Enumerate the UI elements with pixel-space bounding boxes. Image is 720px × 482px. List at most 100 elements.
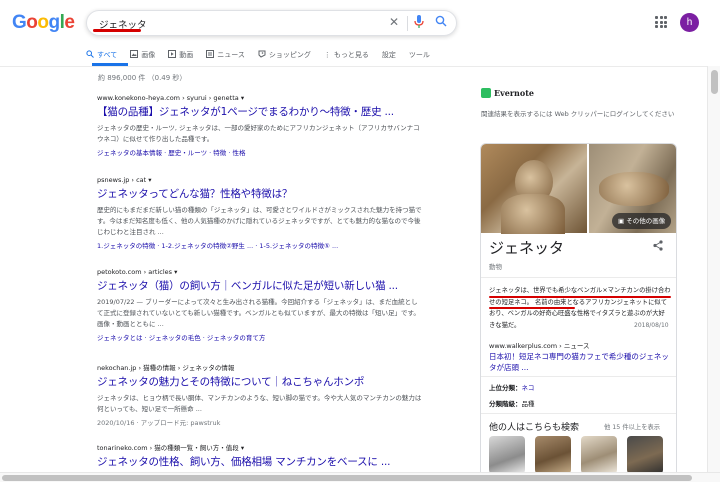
kp-fact-label: 上位分類： <box>489 384 522 392</box>
related-thumbnail[interactable] <box>489 436 525 474</box>
kp-fact-row: 上位分類：ネコ <box>489 382 534 392</box>
search-result: tonarineko.com › 猫の種類一覧・飼い方・值段 ▾ ジェネッタの性… <box>97 442 422 469</box>
result-sitelinks[interactable]: ジェネッタとは · ジェネッタの毛色 · ジェネッタの育て方 <box>97 332 422 342</box>
evernote-title: Evernote <box>481 88 716 98</box>
result-title-link[interactable]: ジェネッタってどんな猫？性格や特徴は？ <box>97 186 422 201</box>
more-vert-icon: ⋮ <box>323 50 331 59</box>
microphone-icon[interactable] <box>414 15 424 32</box>
image-icon <box>130 49 139 60</box>
news-icon <box>206 49 215 60</box>
tab-settings[interactable]: 設定 <box>382 47 396 62</box>
more-images-label: その他の画像 <box>626 217 666 225</box>
search-icon <box>86 49 94 60</box>
search-result: nekochan.jp › 猫種の情報 › ジェネッタの情報 ジェネッタの魅力と… <box>97 362 422 427</box>
shopping-icon <box>258 50 266 60</box>
kp-description-date: 2018/08/10 <box>634 322 669 329</box>
tab-label: 動画 <box>179 50 194 59</box>
vertical-scrollbar[interactable] <box>707 66 720 472</box>
search-tabs: すべて 画像 動画 ニュース ショッピング ⋮ もっと見る 設定 ツール <box>86 47 443 65</box>
image-icon: ▣ <box>618 217 625 225</box>
kp-fact-row: 分類階級：品種 <box>489 398 535 408</box>
tab-label: 画像 <box>141 50 156 59</box>
scrollbar-thumb[interactable] <box>2 475 692 481</box>
result-title-link[interactable]: ジェネッタ（猫）の飼い方｜ベンガルに似た足が短い新しい猫 ... <box>97 278 422 293</box>
evernote-panel: Evernote 関連結果を表示するには Web クリッパーにログインしてくださ… <box>481 88 716 133</box>
knowledge-panel: ▣ その他の画像 ジェネッタ 動物 ジェネッタは、世界でも希少なベンガル×マンチ… <box>480 143 677 482</box>
logo-letter: G <box>12 12 27 33</box>
clear-icon[interactable]: ✕ <box>389 15 399 29</box>
result-stats: 約 896,000 件 （0.49 秒） <box>98 74 187 82</box>
share-icon[interactable] <box>653 240 663 254</box>
result-sitelinks[interactable]: 1.ジェネッタの特徴 · 1-2.ジェネッタの特徴②野生 ... · 1-5.ジ… <box>97 240 422 250</box>
evernote-title-text: Evernote <box>494 88 534 98</box>
kp-title: ジェネッタ <box>489 239 565 257</box>
result-snippet: ジェネッタは、ヒョウ柄で長い胴体、マンチカンのような、短い脚の猫です。今や大人気… <box>97 394 422 413</box>
result-title-link[interactable]: 【猫の品種】ジェネッタが1ページでまるわかり〜特徴・歴史 ... <box>97 104 422 119</box>
kp-source-url[interactable]: www.walkerplus.com › ニュース <box>489 340 590 350</box>
result-title-link[interactable]: ジェネッタの魅力とその特徴について｜ねこちゃんホンポ <box>97 374 422 389</box>
google-logo[interactable]: Google <box>12 12 75 34</box>
evernote-logo-icon <box>481 88 491 98</box>
people-also-search-heading: 他の人はこちらも検索 <box>489 423 580 433</box>
related-thumbnail[interactable] <box>581 436 617 474</box>
result-url[interactable]: psnews.jp › cat ▾ <box>97 176 422 184</box>
tab-shopping[interactable]: ショッピング <box>258 47 311 62</box>
apps-grid-icon[interactable] <box>655 16 667 28</box>
result-date: 2020/10/16 · アップロード元: pawstruk <box>97 419 221 427</box>
tab-tools[interactable]: ツール <box>409 47 430 62</box>
logo-letter: e <box>64 12 75 33</box>
horizontal-scrollbar[interactable] <box>0 472 720 482</box>
avatar[interactable]: h <box>680 13 699 32</box>
search-box[interactable]: ジェネッタ ✕ <box>86 10 457 36</box>
kp-fact-value: 品種 <box>521 400 535 408</box>
result-url[interactable]: tonarineko.com › 猫の種類一覧・飼い方・值段 ▾ <box>97 442 422 452</box>
tab-label: 設定 <box>381 50 396 59</box>
result-url[interactable]: petokoto.com › articles ▾ <box>97 268 422 276</box>
tab-videos[interactable]: 動画 <box>168 47 193 62</box>
kp-divider <box>481 413 676 414</box>
kp-divider <box>481 376 676 377</box>
search-divider <box>407 16 408 31</box>
cat-image-1[interactable] <box>481 144 587 234</box>
more-images-button[interactable]: ▣ その他の画像 <box>612 213 672 229</box>
kp-fact-label: 分類階級： <box>489 400 522 408</box>
tab-label: ショッピング <box>268 50 311 59</box>
tab-label: ニュース <box>217 50 245 59</box>
kp-subtitle: 動物 <box>489 263 502 271</box>
search-result: www.konekono-heya.com › syurui › genetta… <box>97 94 422 157</box>
related-thumbnail[interactable] <box>627 436 663 474</box>
kp-fact-value[interactable]: ネコ <box>522 384 535 392</box>
result-title-link[interactable]: ジェネッタの性格、飼い方、価格相場 マンチカンをベースに ... <box>97 454 422 469</box>
kp-divider <box>481 277 676 278</box>
search-result: petokoto.com › articles ▾ ジェネッタ（猫）の飼い方｜ベ… <box>97 268 422 342</box>
search-result: psnews.jp › cat ▾ ジェネッタってどんな猫？性格や特徴は？ 歴史… <box>97 176 422 250</box>
header-divider <box>0 66 720 67</box>
cat-body-shape <box>501 194 565 234</box>
result-snippet: 2019/07/22 — ブリーダーによって次々と生み出される猫種。今回紹介する… <box>97 298 420 328</box>
tab-news[interactable]: ニュース <box>206 47 245 62</box>
result-url[interactable]: www.konekono-heya.com › syurui › genetta… <box>97 94 422 102</box>
cat-body-shape <box>599 172 669 206</box>
related-thumbnail[interactable] <box>535 436 571 474</box>
description-red-underline <box>489 307 575 309</box>
tab-images[interactable]: 画像 <box>130 47 155 62</box>
tab-label: ツール <box>408 50 430 59</box>
description-red-underline <box>489 296 671 298</box>
result-sitelinks[interactable]: ジェネッタの基本情報 · 歴史・ルーツ · 特徴 · 性格 <box>97 147 422 157</box>
result-snippet: ジェネッタの歴史・ルーツ, ジェネッタは、一部の愛好家のためにアフリカンジェネッ… <box>97 124 420 143</box>
query-red-underline <box>93 29 141 32</box>
tab-more[interactable]: ⋮ もっと見る <box>324 47 369 62</box>
search-icon[interactable] <box>435 15 447 30</box>
evernote-login-message[interactable]: 関連結果を表示するには Web クリッパーにログインしてください <box>481 108 716 118</box>
scrollbar-thumb[interactable] <box>711 70 718 94</box>
tab-label: もっと見る <box>333 50 369 59</box>
result-url[interactable]: nekochan.jp › 猫種の情報 › ジェネッタの情報 <box>97 362 422 372</box>
kp-source-title-link[interactable]: 日本初！短足ネコ専門の猫カフェで希少種のジェネッタが店頭 ... <box>489 351 673 373</box>
logo-letter: o <box>37 12 49 33</box>
logo-letter: o <box>26 12 38 33</box>
video-icon <box>168 49 177 60</box>
result-snippet: 歴史的にもまだまだ新しい猫の種類の「ジェネッタ」は、可愛さとワイルドさがミックス… <box>97 206 422 236</box>
show-more-link[interactable]: 他 15 件以上を表示 <box>604 422 660 431</box>
logo-letter: g <box>48 12 61 33</box>
tab-all[interactable]: すべて <box>86 47 117 62</box>
